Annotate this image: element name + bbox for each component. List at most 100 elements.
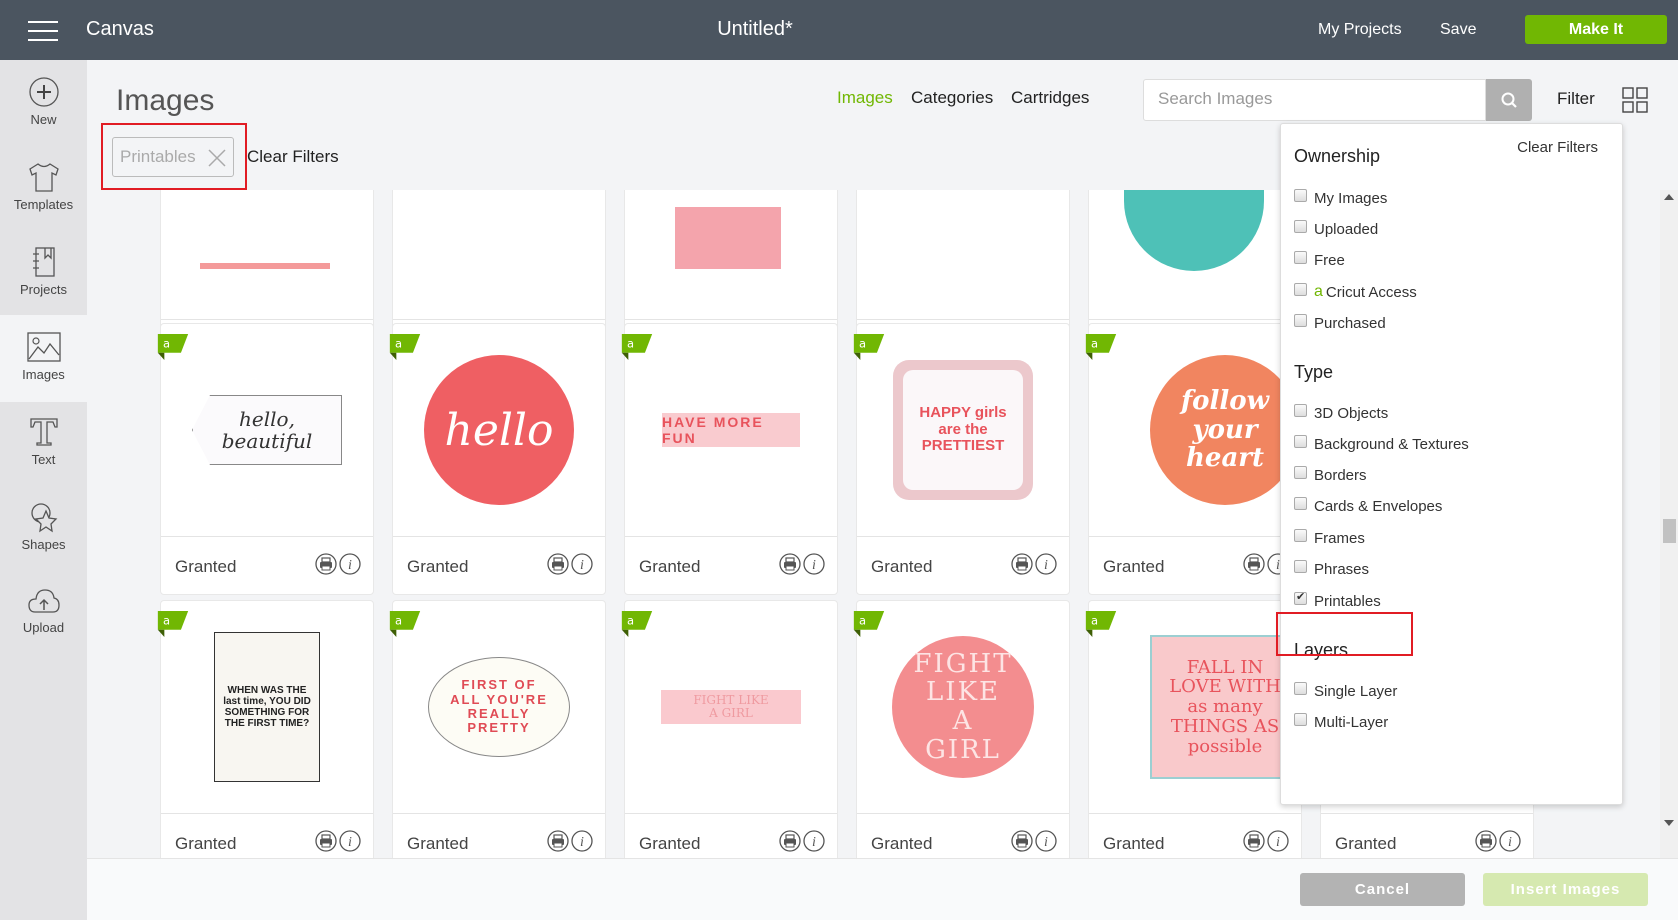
image-card[interactable]: FIGHT LIKE A GIRL a Granted i [621,600,838,860]
checkbox[interactable] [1294,220,1307,233]
filter-option-phrases[interactable]: Phrases [1294,560,1369,578]
print-icon[interactable] [1243,553,1265,575]
checkbox[interactable] [1294,282,1307,296]
info-icon[interactable]: i [1035,553,1057,575]
filter-option-cricut-access[interactable]: a Cricut Access [1294,282,1417,301]
my-projects-link[interactable]: My Projects [1318,21,1402,39]
info-icon[interactable]: i [803,553,825,575]
sidebar-label: Shapes [21,537,66,552]
print-icon[interactable] [315,553,337,575]
filter-option-frames[interactable]: Frames [1294,529,1365,547]
info-icon[interactable]: i [1499,830,1521,852]
remove-filter-icon[interactable] [207,148,227,168]
info-icon[interactable]: i [803,830,825,852]
sidebar-item-new[interactable]: New [0,60,87,147]
plus-circle-icon [28,77,59,107]
search-button[interactable] [1486,79,1532,121]
search-input[interactable]: Search Images [1143,79,1486,121]
image-card[interactable]: follow your heart a Granted i [1085,323,1302,595]
print-icon[interactable] [547,830,569,852]
checkbox[interactable] [1294,529,1307,542]
image-card[interactable]: hello, beautiful a Granted i [157,323,374,595]
image-card[interactable]: FIRST OF ALL YOU'RE REALLY PRETTY a Grante… [389,600,606,860]
checkbox[interactable] [1294,560,1307,573]
print-icon[interactable] [1243,830,1265,852]
filter-option-printables[interactable]: Printables [1294,590,1381,610]
image-card[interactable]: WHEN WAS THE last time, YOU DID SOMETHIN… [157,600,374,860]
image-card[interactable]: FIGHT LIKE A GIRL a Granted i [853,600,1070,860]
grid-view-icon[interactable] [1622,87,1648,113]
tab-images[interactable]: Images [837,88,893,108]
checkbox[interactable] [1294,713,1307,726]
print-icon[interactable] [1011,553,1033,575]
sidebar-item-text[interactable]: Text [0,400,87,487]
scroll-up-arrow-icon[interactable] [1664,194,1674,200]
scrollbar-thumb[interactable] [1663,519,1676,543]
print-icon[interactable] [1475,830,1497,852]
scroll-down-arrow-icon[interactable] [1664,820,1674,826]
filter-option-background-textures[interactable]: Background & Textures [1294,435,1469,453]
sidebar-item-upload[interactable]: Upload [0,570,87,657]
filter-option-label: Printables [1314,593,1381,610]
filter-option-borders[interactable]: Borders [1294,466,1367,484]
filter-option-free[interactable]: Free [1294,251,1345,269]
info-icon[interactable]: i [571,553,593,575]
scrollbar[interactable] [1660,190,1678,860]
image-card[interactable]: HAPPY girls are the PRETTIEST a Granted i [853,323,1070,595]
filter-option-cards-envelopes[interactable]: Cards & Envelopes [1294,497,1443,515]
tab-categories[interactable]: Categories [911,88,993,108]
tshirt-icon [28,163,59,192]
image-thumbnail[interactable] [625,190,837,319]
checkbox[interactable] [1294,251,1307,264]
info-icon[interactable]: i [1267,830,1289,852]
image-card[interactable]: FALL IN LOVE WITH as many THINGS AS poss… [1085,600,1302,860]
image-thumbnail[interactable] [161,190,373,319]
checkbox[interactable] [1294,314,1307,327]
filter-option-3d-objects[interactable]: 3D Objects [1294,404,1388,422]
sidebar-item-images[interactable]: Images [0,315,87,402]
filter-option-multi-layer[interactable]: Multi-Layer [1294,713,1388,731]
filter-option-purchased[interactable]: Purchased [1294,314,1386,332]
sidebar-item-templates[interactable]: Templates [0,145,87,232]
license-status: Granted [175,834,237,853]
info-icon[interactable]: i [1035,830,1057,852]
checkbox[interactable] [1294,682,1307,695]
sidebar-item-shapes[interactable]: Shapes [0,485,87,572]
print-icon[interactable] [315,830,337,852]
thumbnail-text: follow your heart [1150,355,1300,505]
checkbox[interactable] [1294,404,1307,417]
checkbox[interactable] [1294,466,1307,479]
sidebar-item-projects[interactable]: Projects [0,230,87,317]
filter-option-single-layer[interactable]: Single Layer [1294,682,1397,700]
filter-option-my-images[interactable]: My Images [1294,189,1387,207]
filter-option-label: Cards & Envelopes [1314,498,1443,515]
clear-filters-link[interactable]: Clear Filters [247,147,339,167]
cancel-button[interactable]: Cancel [1300,873,1465,906]
print-icon[interactable] [779,553,801,575]
info-icon[interactable]: i [339,553,361,575]
checkbox[interactable] [1294,497,1307,510]
checkbox[interactable] [1294,590,1307,605]
image-thumbnail[interactable] [393,190,605,319]
checkbox[interactable] [1294,189,1307,202]
image-thumbnail[interactable] [1089,190,1301,319]
image-card[interactable]: hello a Granted i [389,323,606,595]
filter-clear-filters-link[interactable]: Clear Filters [1517,139,1598,156]
image-card[interactable]: HAVE MORE FUN a Granted i [621,323,838,595]
license-status: Granted [1103,834,1165,853]
filter-section-heading: Ownership [1294,146,1381,166]
checkbox[interactable] [1294,435,1307,448]
info-icon[interactable]: i [339,830,361,852]
print-icon[interactable] [779,830,801,852]
insert-images-button[interactable]: Insert Images [1483,873,1648,906]
filter-button[interactable]: Filter [1557,89,1595,109]
print-icon[interactable] [1011,830,1033,852]
info-icon[interactable]: i [571,830,593,852]
tab-cartridges[interactable]: Cartridges [1011,88,1089,108]
make-it-button[interactable]: Make It [1525,15,1667,44]
image-thumbnail[interactable] [857,190,1069,319]
sidebar-label: Upload [22,620,65,635]
filter-option-uploaded[interactable]: Uploaded [1294,220,1378,238]
save-link[interactable]: Save [1440,21,1476,39]
print-icon[interactable] [547,553,569,575]
